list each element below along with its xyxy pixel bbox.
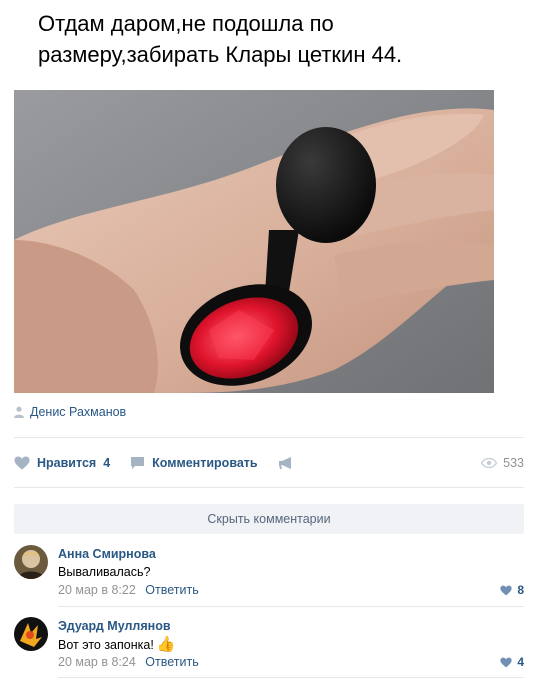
comment-text-body: Вот это запонка!: [58, 637, 154, 652]
comment-like-button[interactable]: 8: [500, 583, 524, 597]
thumbs-up-emoji: 👍: [156, 636, 176, 653]
person-icon: [14, 406, 24, 418]
comment-label: Комментировать: [152, 456, 258, 470]
divider: [58, 606, 524, 607]
views-counter: 533: [481, 456, 524, 470]
views-count: 533: [503, 456, 524, 470]
heart-icon: [500, 585, 512, 595]
post-author[interactable]: Денис Рахманов: [14, 404, 126, 420]
comment-date[interactable]: 20 мар в 8:24: [58, 655, 136, 669]
comment-item: Анна Смирнова Вываливалась? 20 мар в 8:2…: [14, 545, 524, 605]
comment-meta: 20 мар в 8:22 Ответить: [58, 583, 199, 597]
comment-author[interactable]: Анна Смирнова: [58, 547, 156, 561]
heart-icon: [500, 657, 512, 667]
divider: [58, 677, 524, 678]
comment-like-button[interactable]: 4: [500, 655, 524, 669]
avatar[interactable]: [14, 617, 48, 651]
like-label: Нравится: [37, 456, 97, 470]
post-text: Отдам даром,не подошла по размеру,забира…: [38, 11, 403, 67]
avatar-image: [14, 545, 48, 579]
comment-text-body: Вываливалась?: [58, 565, 151, 579]
heart-icon: [14, 456, 30, 470]
comment-like-count: 8: [517, 583, 524, 597]
avatar-image: [14, 617, 48, 651]
post-photo[interactable]: [14, 90, 494, 393]
comment-button[interactable]: Комментировать: [130, 456, 258, 470]
comment-item: Эдуард Муллянов Вот это запонка! 👍 20 ма…: [14, 617, 524, 677]
reply-button[interactable]: Ответить: [145, 655, 198, 669]
divider: [14, 487, 524, 488]
comment-date[interactable]: 20 мар в 8:22: [58, 583, 136, 597]
comment-icon: [131, 457, 145, 469]
comment-author[interactable]: Эдуард Муллянов: [58, 619, 171, 633]
comment-meta: 20 мар в 8:24 Ответить: [58, 655, 199, 669]
comment-text: Вываливалась?: [58, 565, 150, 579]
photo-image: [14, 90, 494, 393]
author-name[interactable]: Денис Рахманов: [30, 405, 126, 419]
reply-button[interactable]: Ответить: [145, 583, 198, 597]
comment-like-count: 4: [517, 655, 524, 669]
hide-comments-button[interactable]: Скрыть комментарии: [14, 504, 524, 534]
post-actions: Нравится 4 Комментировать 533: [14, 452, 524, 474]
like-button[interactable]: Нравится 4: [14, 456, 110, 470]
comment-text: Вот это запонка! 👍: [58, 637, 176, 652]
divider: [14, 437, 524, 438]
avatar[interactable]: [14, 545, 48, 579]
share-button[interactable]: [278, 456, 294, 470]
like-count: 4: [103, 456, 111, 470]
eye-icon: [481, 458, 498, 468]
megaphone-icon: [278, 457, 291, 469]
